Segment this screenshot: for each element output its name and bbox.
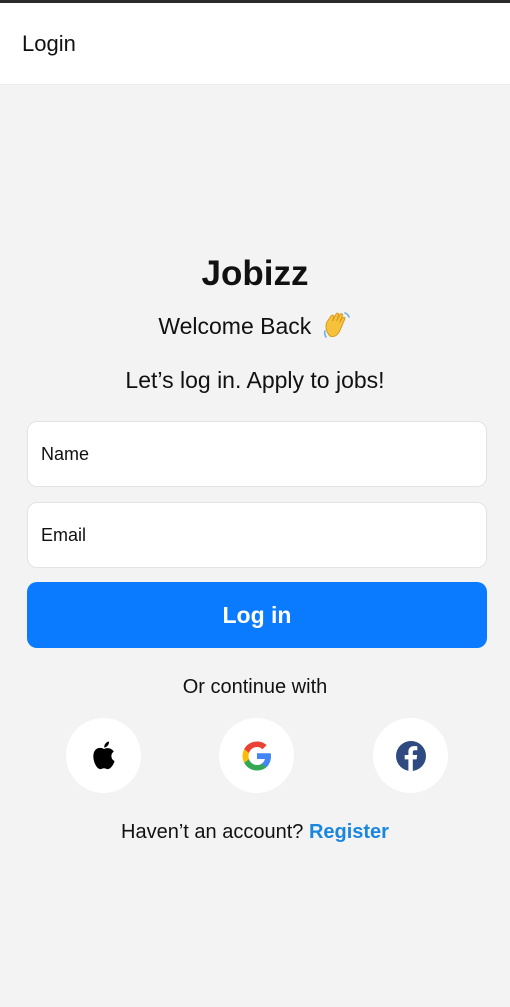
social-heading: Or continue with xyxy=(182,676,328,698)
welcome-text: Welcome Back xyxy=(158,313,312,339)
email-field[interactable] xyxy=(27,502,487,568)
app-bar: Login xyxy=(0,3,510,85)
google-icon xyxy=(240,739,274,773)
register-prompt: Haven’t an account? Register xyxy=(0,821,510,844)
login-button[interactable]: Log in xyxy=(27,582,487,648)
tagline: Let’s log in. Apply to jobs! xyxy=(125,367,385,393)
waving-hand-icon xyxy=(322,310,352,340)
welcome-heading: Welcome Back xyxy=(0,310,510,340)
register-prompt-text: Haven’t an account? xyxy=(121,821,304,843)
page-title: Login xyxy=(22,31,76,56)
name-field[interactable] xyxy=(27,421,487,487)
register-link[interactable]: Register xyxy=(309,821,389,843)
facebook-login-button[interactable] xyxy=(373,718,448,793)
google-login-button[interactable] xyxy=(219,718,294,793)
apple-icon xyxy=(89,739,119,773)
apple-login-button[interactable] xyxy=(66,718,141,793)
brand-name: Jobizz xyxy=(201,254,309,293)
facebook-icon xyxy=(394,739,428,773)
